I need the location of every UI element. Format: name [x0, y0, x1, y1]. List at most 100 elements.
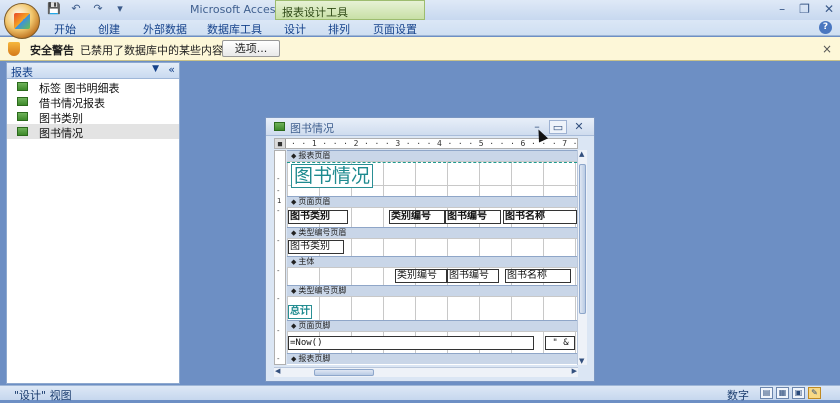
vruler-mark: -: [277, 267, 280, 275]
tab-design[interactable]: 设计: [284, 21, 306, 37]
office-button[interactable]: [4, 3, 40, 39]
customize-qat-icon[interactable]: ▾: [112, 2, 128, 15]
collapse-pane-icon[interactable]: «: [168, 63, 175, 76]
nav-item-book-category[interactable]: 图书类别: [7, 109, 179, 125]
scroll-right-icon[interactable]: ▶: [572, 367, 577, 375]
vruler-mark: -: [277, 207, 280, 215]
group-footer-body[interactable]: 总计: [287, 296, 577, 320]
chevron-down-icon[interactable]: ▼: [152, 64, 159, 74]
horizontal-scrollbar[interactable]: ◀ ▶: [274, 367, 578, 377]
scroll-thumb[interactable]: [579, 164, 586, 314]
tab-home[interactable]: 开始: [54, 21, 76, 37]
total-label[interactable]: 总计: [288, 305, 312, 319]
report-title-label[interactable]: 图书情况: [291, 164, 374, 188]
section-page-footer[interactable]: ◆ 页面页脚: [287, 320, 577, 331]
title-bar: 💾 ↶ ↷ ▾ Microsoft Access 报表设计工具 – ❐ ✕: [0, 0, 840, 39]
status-bar: "设计" 视图 数字 ▤ ▦ ▣ ✎: [0, 385, 840, 402]
tab-database-tools[interactable]: 数据库工具: [207, 21, 262, 37]
design-view-icon[interactable]: ✎: [808, 387, 821, 399]
help-icon[interactable]: ?: [819, 21, 832, 34]
vertical-ruler[interactable]: - - 1 - - - - - -: [274, 150, 286, 365]
scroll-down-icon[interactable]: ▼: [579, 357, 584, 365]
undo-icon[interactable]: ↶: [68, 2, 84, 15]
scroll-up-icon[interactable]: ▲: [579, 150, 584, 158]
section-label: 类型编号页脚: [298, 286, 347, 295]
header-label-book-category[interactable]: 图书类别: [288, 210, 348, 224]
tab-page-setup[interactable]: 页面设置: [373, 21, 417, 37]
vruler-mark: -: [277, 175, 280, 183]
close-icon[interactable]: ✕: [824, 2, 834, 16]
nav-item-borrow-report[interactable]: 借书情况报表: [7, 94, 179, 110]
report-header-body[interactable]: 图书情况: [287, 161, 577, 196]
report-window-title: 图书情况: [290, 122, 334, 135]
header-label-book-name[interactable]: 图书名称: [503, 210, 577, 224]
report-icon: [17, 127, 28, 136]
report-icon: [274, 122, 285, 131]
section-report-footer[interactable]: ◆ 报表页脚: [287, 353, 577, 364]
section-label: 主体: [298, 257, 315, 266]
group-header-body[interactable]: 图书类别: [287, 238, 577, 256]
options-button[interactable]: 选项...: [222, 40, 280, 57]
section-arrow-icon: ◆: [291, 198, 297, 206]
maximize-icon[interactable]: ▭: [549, 120, 567, 134]
save-icon[interactable]: 💾: [46, 2, 62, 15]
section-group-footer[interactable]: ◆ 类型编号页脚: [287, 285, 577, 296]
vertical-scrollbar[interactable]: ▲ ▼: [577, 150, 587, 365]
vruler-mark: -: [277, 187, 280, 195]
close-message-bar-icon[interactable]: ×: [822, 42, 832, 56]
page-header-body[interactable]: 图书类别 类别编号 图书编号 图书名称: [287, 207, 577, 227]
report-design-canvas[interactable]: ◆ 报表页眉 图书情况 ◆ 页面页眉 图书类别 类别编号 图书编号 图书名称 ◆ 类型…: [287, 150, 577, 365]
tab-create[interactable]: 创建: [98, 21, 120, 37]
field-book-id[interactable]: 图书编号: [447, 269, 499, 283]
dashed-line: [287, 162, 577, 163]
nav-pane-header[interactable]: 报表 ▼ «: [7, 63, 179, 79]
window-controls: – ❐ ✕: [779, 2, 834, 16]
section-arrow-icon: ◆: [291, 229, 297, 237]
section-report-header[interactable]: ◆ 报表页眉: [287, 150, 577, 161]
scroll-thumb[interactable]: [314, 369, 374, 376]
tab-arrange[interactable]: 排列: [328, 21, 350, 37]
nav-item-book-status[interactable]: 图书情况: [7, 124, 179, 140]
report-design-window: 图书情况 – ▭ ✕ ■ · · 1 · · · 2 · · · 3 · · ·…: [265, 117, 595, 382]
section-label: 类型编号页眉: [298, 228, 347, 237]
report-icon: [17, 112, 28, 121]
shield-icon: [8, 42, 20, 56]
security-warning-text: 已禁用了数据库中的某些内容: [80, 44, 223, 57]
nav-item-label-book-detail[interactable]: 标签 图书明细表: [7, 79, 179, 95]
field-category-id[interactable]: 类别编号: [395, 269, 447, 283]
layout-view-icon[interactable]: ▦: [776, 387, 789, 399]
view-switcher: ▤ ▦ ▣ ✎: [760, 387, 821, 399]
redo-icon[interactable]: ↷: [90, 2, 106, 15]
vruler-mark: -: [277, 327, 280, 335]
restore-icon[interactable]: ❐: [799, 2, 810, 16]
field-book-category[interactable]: 图书类别: [288, 240, 344, 254]
field-now-date[interactable]: =Now(): [288, 336, 534, 350]
print-preview-icon[interactable]: ▣: [792, 387, 805, 399]
report-view-icon[interactable]: ▤: [760, 387, 773, 399]
vruler-mark: -: [277, 355, 280, 363]
select-report-box[interactable]: ■: [275, 139, 286, 148]
field-book-name[interactable]: 图书名称: [505, 269, 571, 283]
minimize-icon[interactable]: –: [779, 2, 785, 16]
section-detail[interactable]: ◆ 主体: [287, 256, 577, 267]
navigation-pane: 报表 ▼ « 标签 图书明细表 借书情况报表 图书类别 图书情况: [6, 62, 180, 384]
horizontal-ruler[interactable]: ■ · · 1 · · · 2 · · · 3 · · · 4 · · · 5 …: [274, 138, 578, 149]
page-footer-body[interactable]: =Now() " &: [287, 331, 577, 353]
field-page-number[interactable]: " &: [545, 336, 575, 350]
status-view-text: "设计" 视图: [14, 389, 72, 402]
ruler-scale: · · 1 · · · 2 · · · 3 · · · 4 · · · 5 · …: [291, 139, 578, 148]
section-page-header[interactable]: ◆ 页面页眉: [287, 196, 577, 207]
nav-pane-title: 报表: [11, 66, 33, 79]
detail-body[interactable]: 类别编号 图书编号 图书名称: [287, 267, 577, 285]
header-label-book-id[interactable]: 图书编号: [445, 210, 501, 224]
vruler-mark: -: [277, 295, 280, 303]
nav-item-label: 图书情况: [39, 127, 83, 140]
scroll-left-icon[interactable]: ◀: [275, 367, 280, 375]
section-arrow-icon: ◆: [291, 258, 297, 266]
section-group-header[interactable]: ◆ 类型编号页眉: [287, 227, 577, 238]
report-icon: [17, 82, 28, 91]
close-icon[interactable]: ✕: [570, 120, 588, 134]
header-label-category-id[interactable]: 类别编号: [389, 210, 445, 224]
section-arrow-icon: ◆: [291, 287, 297, 295]
tab-external-data[interactable]: 外部数据: [143, 21, 187, 37]
